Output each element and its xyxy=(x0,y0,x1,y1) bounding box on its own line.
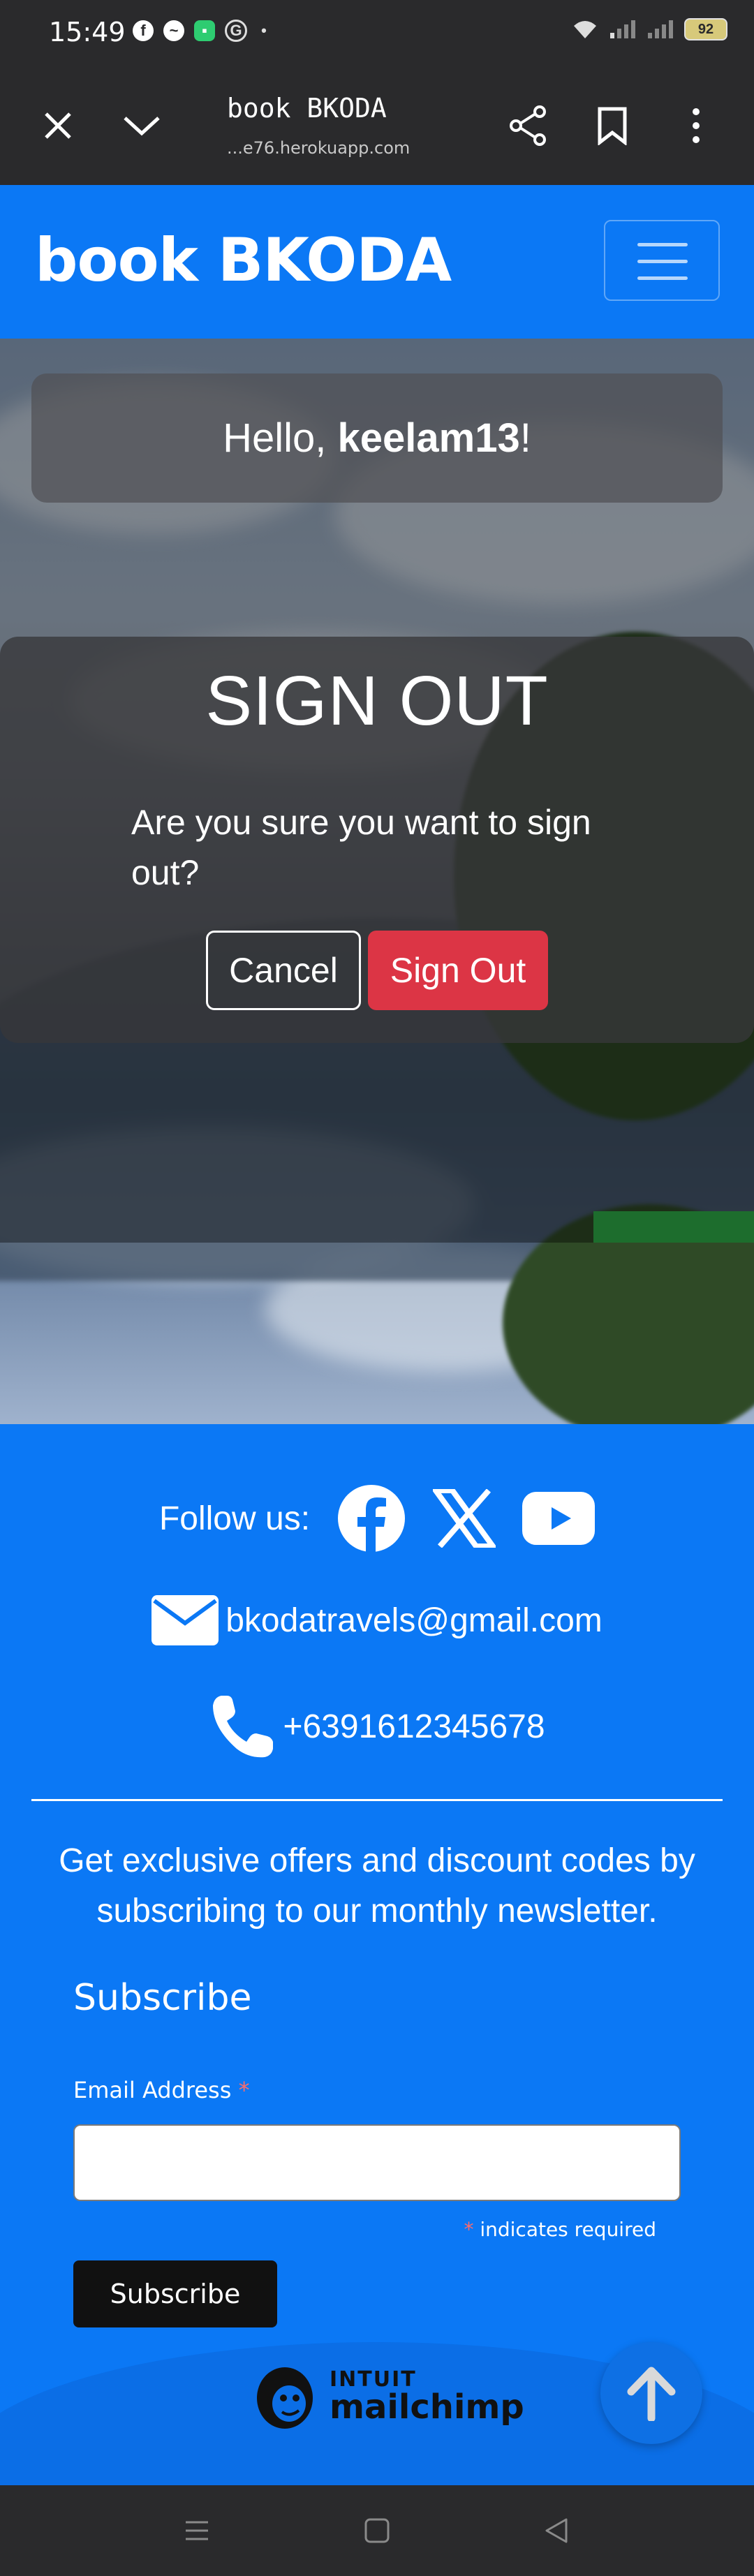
system-nav-bar xyxy=(0,2485,754,2576)
bookmark-icon[interactable] xyxy=(588,101,637,150)
signal-icon xyxy=(610,20,635,38)
chevron-down-icon[interactable] xyxy=(117,101,166,150)
footer-divider xyxy=(31,1799,723,1801)
messages-icon: ▪ xyxy=(194,20,215,41)
menu-toggle-button[interactable] xyxy=(604,220,720,301)
follow-label: Follow us: xyxy=(158,1500,311,1537)
username: keelam13 xyxy=(337,415,520,461)
brand-logo[interactable]: book BKODA xyxy=(35,225,452,295)
email-contact[interactable]: bkodatravels@gmail.com xyxy=(0,1595,754,1645)
newsletter-text: Get exclusive offers and discount codes … xyxy=(59,1842,695,1930)
hero-background: Hello, keelam13 ! SIGN OUT Are you sure … xyxy=(0,339,754,1424)
facebook-icon: f xyxy=(133,20,154,41)
email-label-text: Email Address xyxy=(73,2077,232,2103)
phone-icon xyxy=(213,1696,274,1758)
phone-contact[interactable]: +6391612345678 xyxy=(0,1693,754,1760)
hamburger-line xyxy=(637,260,688,263)
sign-out-button[interactable]: Sign Out xyxy=(368,931,548,1010)
required-asterisk: * xyxy=(464,2218,474,2241)
email-label: Email Address * xyxy=(73,2077,250,2103)
hamburger-line xyxy=(637,276,688,280)
signout-card: SIGN OUT Are you sure you want to sign o… xyxy=(0,637,754,1043)
social-links: Follow us: xyxy=(0,1483,754,1553)
youtube-icon[interactable] xyxy=(522,1492,596,1545)
hamburger-line xyxy=(637,243,688,246)
google-icon: G xyxy=(225,20,247,42)
subscribe-heading: Subscribe xyxy=(73,1977,252,2019)
page-title: SIGN OUT xyxy=(205,662,549,740)
cancel-button[interactable]: Cancel xyxy=(206,931,361,1010)
browser-url[interactable]: ...e76.herokuapp.com xyxy=(227,138,410,158)
dot-icon: • xyxy=(261,22,267,39)
share-icon[interactable] xyxy=(504,101,553,150)
more-options-icon[interactable] xyxy=(672,101,720,150)
facebook-icon[interactable] xyxy=(337,1483,406,1553)
mailchimp-badge[interactable]: INTUIT mailchimp xyxy=(250,2362,524,2431)
browser-title: book BKODA xyxy=(227,93,387,124)
required-note: * indicates required xyxy=(464,2218,656,2241)
greeting-box: Hello, keelam13 ! xyxy=(31,373,723,503)
arrow-up-icon xyxy=(627,2367,676,2421)
email-address[interactable]: bkodatravels@gmail.com xyxy=(226,1601,603,1640)
back-to-top-button[interactable] xyxy=(600,2342,702,2444)
site-footer: Follow us: bkodatravels@gmail.com +63916… xyxy=(0,1424,754,2485)
mailchimp-wordmark: INTUIT mailchimp xyxy=(330,2369,524,2427)
signout-message: Are you sure you want to sign out? xyxy=(131,803,591,892)
envelope-icon xyxy=(151,1595,219,1645)
subscribe-button[interactable]: Subscribe xyxy=(73,2260,277,2327)
browser-bar: book BKODA ...e76.herokuapp.com xyxy=(0,66,754,185)
battery-icon: 92 xyxy=(684,18,727,40)
messenger-icon: ~ xyxy=(163,20,184,41)
required-note-text: indicates required xyxy=(480,2218,656,2241)
site-navbar: book BKODA xyxy=(0,185,754,339)
notification-icons: f ~ ▪ G • xyxy=(133,18,271,43)
x-twitter-icon[interactable] xyxy=(433,1489,496,1548)
status-bar: 15:49 f ~ ▪ G • 92 xyxy=(0,0,754,66)
close-icon[interactable] xyxy=(34,101,82,150)
greeting-suffix: ! xyxy=(519,415,531,461)
greeting-prefix: Hello, xyxy=(223,415,338,461)
phone-number[interactable]: +6391612345678 xyxy=(283,1708,545,1746)
recent-apps-icon[interactable] xyxy=(179,2513,214,2548)
signal-icon-2 xyxy=(648,20,673,38)
mailchimp-freddie-icon xyxy=(257,2367,313,2429)
wifi-icon xyxy=(574,21,596,38)
home-icon[interactable] xyxy=(360,2513,394,2548)
back-icon[interactable] xyxy=(539,2513,574,2548)
status-right: 92 xyxy=(571,18,727,40)
mailchimp-text: mailchimp xyxy=(330,2388,524,2427)
required-asterisk: * xyxy=(238,2077,250,2103)
email-input[interactable] xyxy=(73,2124,681,2201)
status-time: 15:49 xyxy=(49,17,126,47)
